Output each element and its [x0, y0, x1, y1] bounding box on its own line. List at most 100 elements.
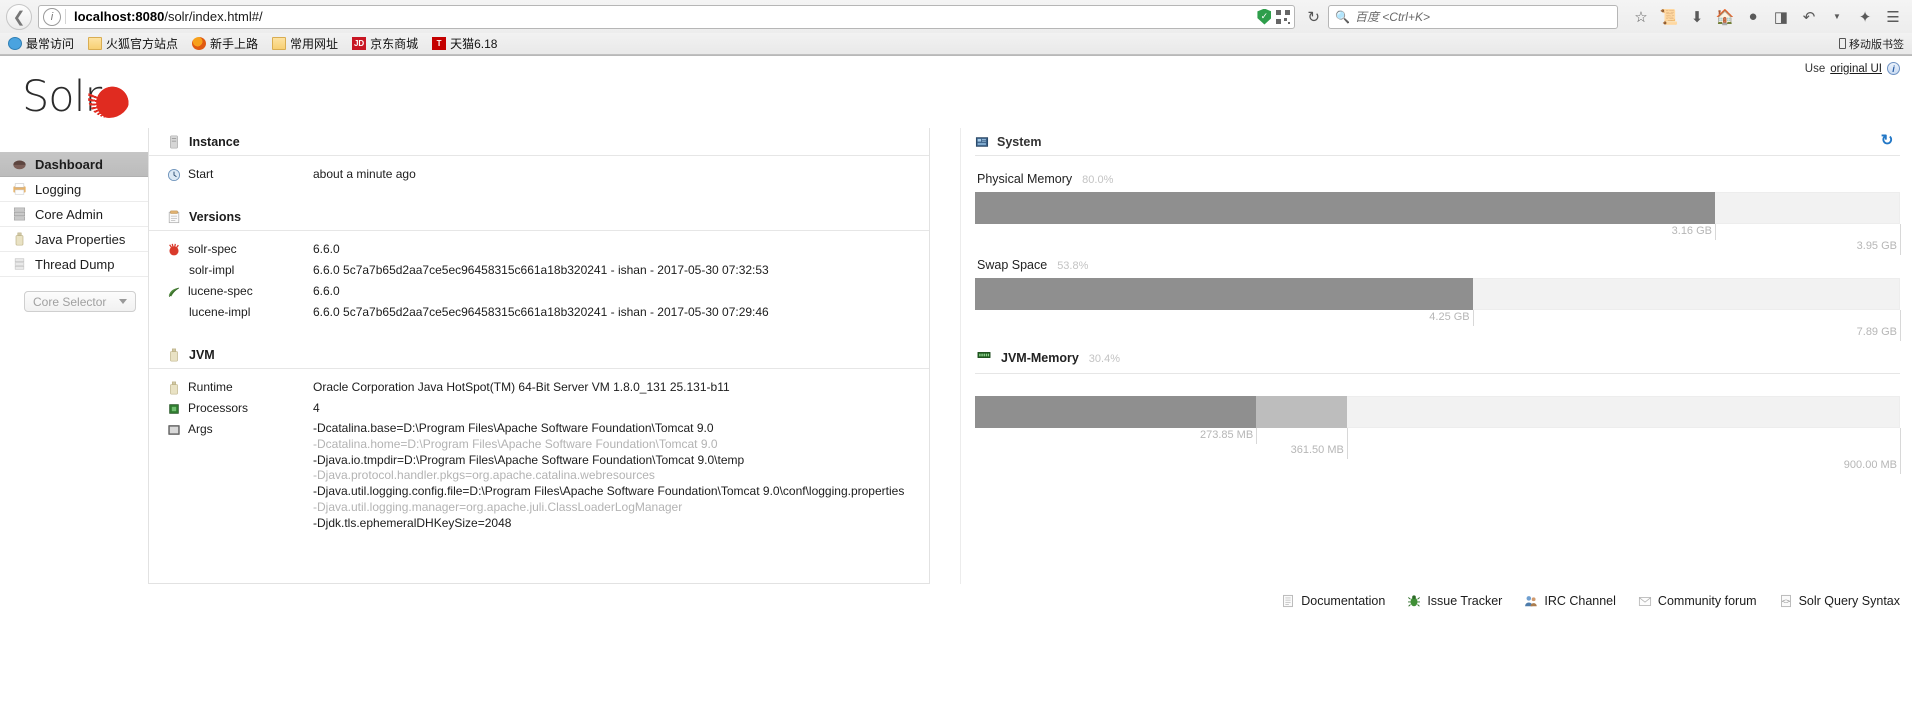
dashboard-icon — [13, 160, 26, 170]
footer-link-issue-tracker[interactable]: Issue Tracker — [1407, 594, 1502, 608]
meter-physical-memory: Physical Memory 80.0% 3.16 GB 3.95 GB — [975, 172, 1901, 255]
bookmark-item[interactable]: 常用网址 — [272, 35, 338, 52]
jvm-body: Runtime Oracle Corporation Java HotSpot(… — [149, 369, 929, 552]
footer-link-label: Documentation — [1301, 594, 1386, 608]
solr-logo[interactable]: Solr — [0, 66, 148, 152]
server-icon — [170, 135, 178, 148]
use-original-ui[interactable]: Use original UI i — [1805, 62, 1900, 75]
solr-sun-icon — [88, 78, 130, 118]
panel-divider — [960, 128, 961, 584]
sidebar-item-core-admin[interactable]: Core Admin — [0, 202, 148, 227]
row-key-label: Runtime — [188, 380, 233, 394]
row-key-label: lucene-impl — [189, 305, 251, 319]
browser-toolbar-icons: ☆ 📜 ⬇ 🏠 ● ◨ ↶ ▼ ✦ ☰ — [1628, 4, 1906, 30]
library-icon[interactable]: 📜 — [1656, 4, 1682, 30]
row-key: Processors — [167, 400, 313, 417]
search-bar[interactable]: 🔍 百度 <Ctrl+K> — [1328, 4, 1618, 29]
footer-link-solr-query-syntax[interactable]: <> Solr Query Syntax — [1779, 594, 1900, 608]
sync-icon[interactable]: ↶ — [1796, 4, 1822, 30]
bookmark-item[interactable]: 最常访问 — [8, 35, 74, 52]
solr-icon — [169, 243, 179, 255]
java-runtime-icon — [170, 381, 178, 394]
qr-code-icon[interactable] — [1276, 9, 1291, 24]
row-key: Runtime — [167, 379, 313, 396]
search-icon: 🔍 — [1335, 9, 1350, 24]
meter-title: Swap Space 53.8% — [975, 258, 1900, 272]
meter-tick-label: 3.95 GB — [1856, 240, 1897, 252]
footer-link-label: Community forum — [1657, 594, 1757, 608]
sidebar-item-java-properties[interactable]: Java Properties — [0, 227, 148, 252]
page-info-icon[interactable]: i — [43, 7, 61, 26]
arg-line: -Djdk.tls.ephemeralDHKeySize=2048 — [313, 515, 512, 530]
chevron-down-icon — [119, 299, 127, 304]
footer-link-community-forum[interactable]: Community forum — [1638, 594, 1757, 608]
versions-row-solr-impl: solr-impl 6.6.0 5c7a7b65d2aa7ce5ec964583… — [149, 260, 929, 281]
pocket-icon[interactable]: ● — [1740, 4, 1766, 30]
system-icon — [975, 136, 989, 147]
bookmark-item[interactable]: 新手上路 — [192, 35, 258, 52]
core-admin-icon — [13, 207, 26, 221]
folder-icon — [88, 37, 103, 50]
bookmark-item[interactable]: JD 京东商城 — [352, 35, 418, 52]
sidebar: Solr Dashboard Logging Core Admin Java P… — [0, 66, 148, 312]
mobile-bookmarks-button[interactable]: 移动版书签 — [1839, 36, 1904, 52]
row-value: 6.6.0 — [313, 242, 340, 256]
back-arrow-icon[interactable]: ❮ — [6, 3, 32, 30]
sidebar-item-thread-dump[interactable]: Thread Dump — [0, 252, 148, 277]
sidebar-item-dashboard[interactable]: Dashboard — [0, 152, 148, 177]
address-bar[interactable]: i localhost:8080/solr/index.html#/ — [38, 4, 1296, 29]
arg-line: -Djava.protocol.handler.pkgs=org.apache.… — [313, 468, 655, 483]
row-value: 6.6.0 — [313, 284, 340, 298]
meter-bar-used — [975, 192, 1715, 224]
instance-row-start: Start about a minute ago — [149, 164, 929, 185]
bookmark-item[interactable]: 火狐官方站点 — [88, 35, 178, 52]
row-key: solr-spec — [167, 241, 313, 258]
original-ui-link[interactable]: original UI — [1830, 63, 1882, 75]
sidebar-item-label: Core Admin — [35, 206, 103, 222]
meter-tick-label: 3.16 GB — [1671, 225, 1712, 237]
memory-icon — [977, 352, 991, 358]
core-selector-dropdown[interactable]: Core Selector — [24, 291, 136, 312]
browser-chrome: ❮ i localhost:8080/solr/index.html#/ ↻ 🔍… — [0, 0, 1912, 56]
meter-bar: 3.16 GB 3.95 GB — [975, 192, 1901, 255]
row-value: 6.6.0 5c7a7b65d2aa7ce5ec96458315c661a18b… — [313, 305, 769, 319]
meter-percent: 80.0% — [1082, 174, 1114, 186]
row-key-label: solr-impl — [189, 263, 235, 277]
sidebar-item-label: Dashboard — [35, 156, 103, 172]
meter-bar-used — [975, 278, 1473, 310]
meter-label: Swap Space — [977, 258, 1048, 272]
home-icon[interactable]: 🏠 — [1712, 4, 1738, 30]
sidebar-item-label: Thread Dump — [35, 256, 115, 272]
sidebar-item-logging[interactable]: Logging — [0, 177, 148, 202]
reload-icon[interactable]: ↻ — [1303, 8, 1324, 26]
mobile-bookmarks-label: 移动版书签 — [1849, 38, 1904, 51]
url-host: localhost:8080 — [74, 9, 165, 24]
footer-link-documentation[interactable]: Documentation — [1281, 594, 1385, 608]
meter-tick: 273.85 MB — [1200, 428, 1258, 444]
thread-dump-icon — [14, 258, 25, 270]
jvm-icon — [170, 348, 178, 361]
instance-section-header: Instance — [149, 128, 929, 156]
clock-icon — [167, 168, 181, 181]
info-icon[interactable]: i — [1887, 62, 1900, 75]
arg-line: -Djava.util.logging.config.file=D:\Progr… — [313, 484, 905, 499]
meter-swap-space: Swap Space 53.8% 4.25 GB 7.89 GB — [975, 258, 1901, 341]
system-panel: System ↻ Physical Memory 80.0% 3.16 GB 3… — [975, 128, 1901, 508]
addon-icon[interactable]: ✦ — [1852, 4, 1878, 30]
bookmark-item[interactable]: T 天猫6.18 — [432, 35, 497, 52]
dropdown-icon[interactable]: ▼ — [1824, 4, 1850, 30]
meter-tick-label: 4.25 GB — [1429, 311, 1470, 323]
download-icon[interactable]: ⬇ — [1684, 4, 1710, 30]
star-icon[interactable]: ☆ — [1628, 4, 1654, 30]
url-text: localhost:8080/solr/index.html#/ — [65, 9, 1251, 24]
menu-icon[interactable]: ☰ — [1880, 4, 1906, 30]
browser-nav-bar: ❮ i localhost:8080/solr/index.html#/ ↻ 🔍… — [0, 0, 1912, 33]
screenshot-icon[interactable]: ◨ — [1768, 4, 1794, 30]
bookmark-label: 天猫6.18 — [450, 37, 498, 51]
refresh-icon[interactable]: ↻ — [1878, 131, 1896, 149]
most-visited-icon — [8, 37, 22, 50]
row-key: Args — [167, 421, 313, 438]
footer-link-irc-channel[interactable]: IRC Channel — [1524, 594, 1616, 608]
use-original-prefix: Use — [1804, 62, 1826, 75]
shield-icon[interactable] — [1257, 8, 1272, 25]
